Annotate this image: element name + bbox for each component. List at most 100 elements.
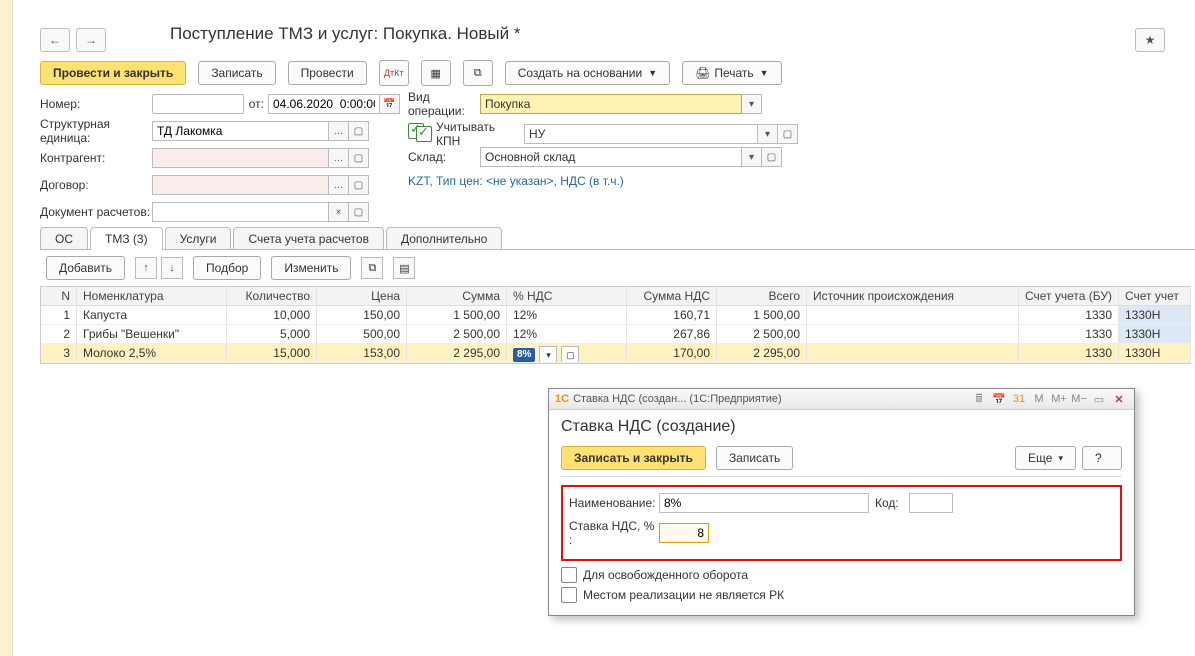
add-row-button[interactable]: Добавить [46,256,125,280]
optype-dropdown-button[interactable]: ▾ [742,94,762,114]
col-header-src[interactable]: Источник происхождения [807,287,1019,305]
dtkt-icon-button[interactable]: ДтКт [379,60,409,86]
kpn-dropdown-button[interactable]: ▾ [758,124,778,144]
contract-select-button[interactable]: … [329,175,349,195]
col-header-sum[interactable]: Сумма [407,287,507,305]
warehouse-open-button[interactable]: ▢ [762,147,782,167]
titlebar-mminus[interactable]: M− [1070,391,1088,407]
copy-icon-button[interactable]: ⧉ [361,257,383,279]
dialog-close-button[interactable]: ✕ [1110,391,1128,407]
date-from-label: от: [244,97,264,111]
titlebar-mplus[interactable]: M+ [1050,391,1068,407]
table-toolbar: Добавить ↑ ↓ Подбор Изменить ⧉ ▤ [46,256,1195,280]
contragent-label: Контрагент: [40,151,152,165]
settlement-doc-input[interactable] [152,202,329,222]
col-header-acc2[interactable]: Счет учет [1119,287,1191,305]
unit-open-button[interactable]: ▢ [349,121,369,141]
dialog-titlebar[interactable]: 1С Ставка НДС (создан... (1С:Предприятие… [549,389,1134,410]
contragent-input[interactable] [152,148,329,168]
calendar-icon-button[interactable]: 📅 [380,94,400,114]
col-header-n[interactable]: N [41,287,77,305]
contract-label: Договор: [40,178,152,192]
select-button[interactable]: Подбор [193,256,261,280]
kpn-checkbox-icon[interactable] [416,126,432,142]
create-on-basis-button[interactable]: Создать на основании▼ [505,61,670,85]
kpn-open-button[interactable]: ▢ [778,124,798,144]
titlebar-minmax[interactable]: ▭ [1090,391,1108,407]
settlement-doc-clear-button[interactable]: × [329,202,349,222]
vat-rate-label: Ставка НДС, % : [569,519,659,547]
unit-select-button[interactable]: … [329,121,349,141]
tab-uslugi[interactable]: Услуги [165,227,232,250]
move-up-button[interactable]: ↑ [135,257,157,279]
non-rk-checkbox[interactable] [561,587,577,603]
col-header-vat[interactable]: % НДС [507,287,627,305]
tab-extra[interactable]: Дополнительно [386,227,502,250]
col-header-price[interactable]: Цена [317,287,407,305]
titlebar-icon-calc[interactable]: 🖩 [970,391,988,407]
paste-icon-button[interactable]: ▤ [393,257,415,279]
highlight-box: Наименование: Код: Ставка НДС, % : [561,485,1122,561]
print-button[interactable]: 🖨Печать▼ [682,61,781,85]
change-button[interactable]: Изменить [271,256,351,280]
vat-rate-dialog: 1С Ставка НДС (создан... (1С:Предприятие… [548,388,1135,616]
nav-fwd-button[interactable]: → [76,28,106,52]
data-table: N Номенклатура Количество Цена Сумма % Н… [40,286,1191,364]
date-input[interactable] [268,94,380,114]
post-and-close-button[interactable]: Провести и закрыть [40,61,186,85]
number-input[interactable] [152,94,244,114]
vat-dropdown-button[interactable]: ▾ [539,346,557,362]
tab-os[interactable]: ОС [40,227,88,250]
dialog-header: Ставка НДС (создание) [561,418,1122,436]
unit-input[interactable] [152,121,329,141]
vat-chip: 8% [513,348,535,362]
table-row[interactable]: 2 Грибы "Вешенки" 5,000 500,00 2 500,00 … [41,325,1191,344]
warehouse-dropdown-button[interactable]: ▾ [742,147,762,167]
titlebar-icon-date[interactable]: 31 [1010,391,1028,407]
toolbar-icon-2[interactable]: ⧉ [463,60,493,86]
col-header-vsum[interactable]: Сумма НДС [627,287,717,305]
warehouse-label: Склад: [408,150,480,164]
post-button[interactable]: Провести [288,61,367,85]
col-header-nom[interactable]: Номенклатура [77,287,227,305]
col-header-total[interactable]: Всего [717,287,807,305]
titlebar-m[interactable]: M [1030,391,1048,407]
col-header-acc[interactable]: Счет учета (БУ) [1019,287,1119,305]
dialog-more-button[interactable]: Еще▾ [1015,446,1076,470]
left-yellow-strip [0,0,13,656]
contragent-select-button[interactable]: … [329,148,349,168]
move-down-button[interactable]: ↓ [161,257,183,279]
toolbar-icon-1[interactable]: ▦ [421,60,451,86]
tab-tmz[interactable]: ТМЗ (3) [90,227,163,250]
vat-rate-input[interactable] [659,523,709,543]
table-row[interactable]: 3 Молоко 2,5% 15,000 153,00 2 295,00 8% … [41,344,1191,363]
kpn-row: Учитывать КПН НУ ▾ ▢ [416,120,798,148]
exempt-turnover-label: Для освобожденного оборота [583,568,748,582]
vat-code-input[interactable] [909,493,953,513]
vat-name-input[interactable] [659,493,869,513]
vat-cell-editor[interactable]: 8% ▾ ▢ [513,346,579,362]
dialog-save-close-button[interactable]: Записать и закрыть [561,446,706,470]
nav-back-button[interactable]: ← [40,28,70,52]
tab-bar: ОС ТМЗ (3) Услуги Счета учета расчетов Д… [40,227,504,250]
warehouse-select[interactable]: Основной склад [480,147,742,167]
contract-input[interactable] [152,175,329,195]
col-header-qty[interactable]: Количество [227,287,317,305]
form-left: Номер: от: 📅 Структурная единица: … ▢ Ко… [40,93,400,228]
settlement-doc-open-button[interactable]: ▢ [349,202,369,222]
warehouse-row: Склад: Основной склад ▾ ▢ [408,147,782,167]
dialog-save-button[interactable]: Записать [716,446,793,470]
tab-accounts[interactable]: Счета учета расчетов [233,227,383,250]
contragent-open-button[interactable]: ▢ [349,148,369,168]
titlebar-icon-cal[interactable]: 📅 [990,391,1008,407]
save-button[interactable]: Записать [198,61,275,85]
kpn-select[interactable]: НУ [524,124,758,144]
table-row[interactable]: 1 Капуста 10,000 150,00 1 500,00 12% 160… [41,306,1191,325]
exempt-turnover-checkbox[interactable] [561,567,577,583]
contract-open-button[interactable]: ▢ [349,175,369,195]
nav-star-button[interactable]: ★ [1135,28,1165,52]
dialog-help-button[interactable]: ? [1082,446,1122,470]
optype-select[interactable]: Покупка [480,94,742,114]
price-info-link[interactable]: KZT, Тип цен: <не указан>, НДС (в т.ч.) [408,174,624,188]
vat-open-button[interactable]: ▢ [561,346,579,362]
